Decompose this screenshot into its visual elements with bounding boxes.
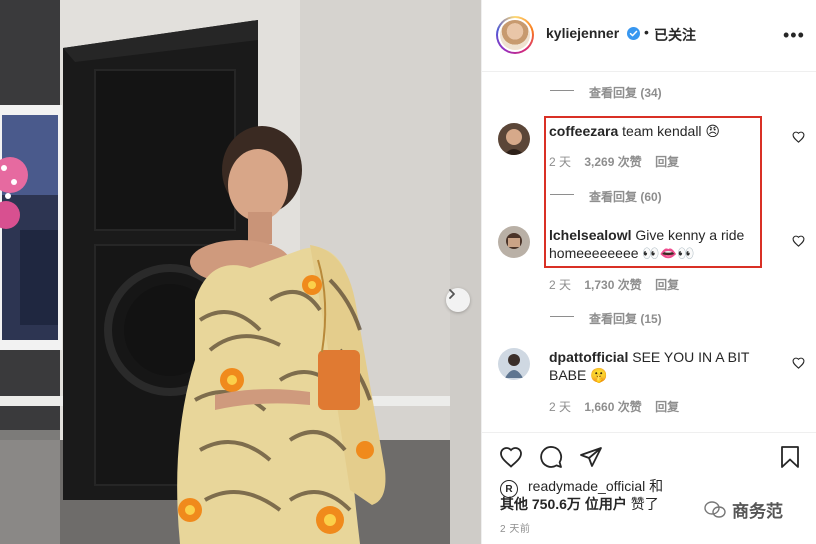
like-comment-heart-icon[interactable]: [792, 357, 805, 369]
comment-likes[interactable]: 3,269 次赞: [584, 155, 641, 169]
liked-by-username[interactable]: readymade_official: [528, 478, 645, 494]
verified-badge-icon: [627, 27, 640, 40]
comment-meta: 2 天 1,730 次赞 回复: [549, 276, 679, 293]
replies-line: [550, 194, 574, 195]
comment-likes[interactable]: 1,730 次赞: [584, 278, 641, 292]
author-username[interactable]: kylie­jenner: [546, 25, 619, 41]
next-photo-button[interactable]: [446, 288, 470, 312]
replies-line: [550, 316, 574, 317]
commenter-avatar[interactable]: [498, 348, 530, 380]
watermark: 商务范: [704, 497, 783, 522]
wechat-icon: [704, 500, 726, 518]
liked-word: 赞了: [630, 496, 659, 512]
actions-divider: [482, 432, 816, 433]
reply-button[interactable]: 回复: [655, 155, 679, 169]
comment-body: lchelsealowl Give kenny a ride homeeeeee…: [549, 226, 754, 262]
like-heart-icon[interactable]: [499, 445, 523, 469]
and-word: 和: [649, 478, 664, 494]
like-comment-heart-icon[interactable]: [792, 131, 805, 143]
view-replies-link[interactable]: 查看回复 (34): [589, 84, 662, 101]
save-bookmark-icon[interactable]: [778, 445, 802, 469]
others-count-link[interactable]: 其他 750.6万 位用户: [500, 496, 627, 512]
comment-time: 2 天: [549, 278, 572, 292]
like-comment-heart-icon[interactable]: [792, 235, 805, 247]
view-replies-link[interactable]: 查看回复 (60): [589, 188, 662, 205]
post-photo: [0, 0, 481, 544]
reply-button[interactable]: 回复: [655, 400, 679, 414]
commenter-username[interactable]: coffeezara: [549, 123, 618, 139]
comment-text: team kendall 😠: [622, 123, 721, 139]
post-photo-illustration: [0, 0, 481, 544]
comment-likes[interactable]: 1,660 次赞: [584, 400, 641, 414]
commenter-username[interactable]: dpattofficial: [549, 349, 628, 365]
commenter-avatar[interactable]: [498, 226, 530, 258]
reply-button[interactable]: 回复: [655, 278, 679, 292]
following-button[interactable]: 已关注: [654, 25, 696, 45]
post-header: kylie­jenner • 已关注 •••: [482, 0, 816, 72]
commenter-avatar[interactable]: [498, 123, 530, 155]
author-avatar[interactable]: [496, 16, 534, 54]
replies-line: [550, 90, 574, 91]
view-replies-link[interactable]: 查看回复 (15): [589, 310, 662, 327]
watermark-text: 商务范: [732, 502, 783, 521]
comment-meta: 2 天 1,660 次赞 回复: [549, 398, 679, 415]
more-dots-icon[interactable]: •••: [783, 26, 805, 44]
comment-body: dpattofficial SEE YOU IN A BIT BABE 🤫: [549, 348, 764, 384]
liked-by-line-1: readymade_official 和: [528, 477, 663, 495]
post-side-panel: kylie­jenner • 已关注 ••• 查看回复 (34) coffeez…: [481, 0, 816, 544]
chevron-right-icon: [449, 289, 455, 299]
post-time: 2 天前: [500, 524, 531, 535]
comment-body: coffeezara team kendall 😠: [549, 122, 749, 140]
comment-meta: 2 天 3,269 次赞 回复: [549, 153, 679, 170]
commenter-username[interactable]: lchelsealowl: [549, 227, 631, 243]
share-paper-plane-icon[interactable]: [579, 445, 603, 469]
comment-time: 2 天: [549, 400, 572, 414]
dot-separator: •: [644, 24, 649, 40]
comment-bubble-icon[interactable]: [539, 445, 563, 469]
comment-time: 2 天: [549, 155, 572, 169]
liked-by-line-2: 其他 750.6万 位用户 赞了: [500, 495, 659, 513]
